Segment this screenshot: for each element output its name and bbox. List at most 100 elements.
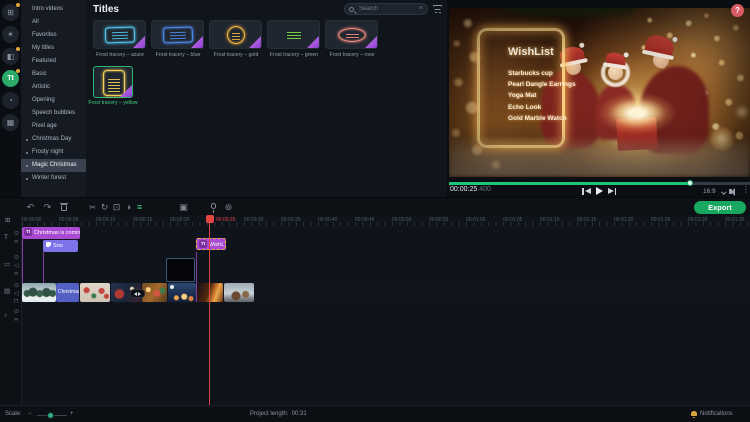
search-input[interactable]: [359, 4, 415, 14]
delete-button[interactable]: [57, 201, 70, 214]
cart-wheels-icon: [435, 12, 437, 14]
notifications-button[interactable]: Notifications: [700, 411, 733, 417]
category-item[interactable]: Basic: [21, 68, 86, 81]
title-thumb-blue[interactable]: [151, 20, 204, 49]
help-button[interactable]: ?: [731, 4, 744, 17]
title-thumb-yellow-selected[interactable]: [93, 66, 133, 98]
speaker-icon[interactable]: ◁: [14, 263, 19, 269]
media-icon: ⊞: [7, 8, 14, 17]
category-item[interactable]: Frosty night: [21, 146, 86, 159]
category-item[interactable]: Artistic: [21, 81, 86, 94]
category-item[interactable]: My titles: [21, 42, 86, 55]
link-icon[interactable]: ∞: [14, 317, 18, 323]
previous-frame-button[interactable]: [582, 188, 591, 195]
category-item-label: Featured: [32, 58, 56, 64]
category-list: Intro videos All Favorites My titles Feature…: [21, 0, 86, 197]
playhead-line[interactable]: [209, 215, 210, 405]
redo-button[interactable]: ↷: [41, 201, 54, 214]
seek-handle[interactable]: [687, 180, 693, 186]
category-item-label: Basic: [32, 71, 47, 77]
video-clip-village[interactable]: [224, 283, 254, 302]
media-tool-icon[interactable]: ⊞: [2, 4, 19, 21]
timeline-toolbar: ↶ ↷ ✂ ↻ ⊡ ◑ ≡ ▣ ⊚ Export: [0, 197, 750, 215]
eye-icon[interactable]: ⊙: [14, 309, 19, 315]
category-item[interactable]: Featured: [21, 55, 86, 68]
playhead-handle[interactable]: [206, 215, 214, 223]
category-item[interactable]: Winter forest: [21, 172, 86, 185]
stickers-tool-icon[interactable]: ◔: [2, 92, 19, 109]
volume-icon[interactable]: [729, 189, 732, 194]
category-item[interactable]: Magic Christmas: [21, 159, 86, 172]
record-voice-button[interactable]: [207, 201, 220, 214]
link-icon[interactable]: ∞: [14, 239, 18, 245]
scale-slider-handle[interactable]: [47, 412, 54, 419]
category-item[interactable]: Opening: [21, 94, 86, 107]
eye-icon[interactable]: ⊙: [14, 255, 19, 261]
eye-icon[interactable]: ⊙: [14, 231, 19, 237]
vignette: [449, 8, 750, 177]
overlay-track-icon: ▭: [4, 262, 10, 268]
title-clip-christmas[interactable]: TtChristmas is comin: [22, 227, 80, 239]
transitions-tool-icon[interactable]: ◧: [2, 48, 19, 65]
sticker-clip-snow[interactable]: Sno: [43, 240, 78, 252]
category-item-label: All: [32, 19, 39, 25]
title-thumb-gold[interactable]: [209, 20, 262, 49]
eye-icon[interactable]: ⊙: [14, 283, 19, 289]
microphone-icon: [211, 203, 216, 209]
link-icon[interactable]: ∞: [14, 271, 18, 277]
tracks-area[interactable]: [22, 226, 750, 405]
category-item-label: My titles: [32, 45, 54, 51]
search-box[interactable]: ×: [344, 3, 428, 15]
scene-detection-button[interactable]: ⊚: [222, 201, 235, 214]
title-thumb-rose[interactable]: [325, 20, 378, 49]
more-tools-icon[interactable]: ▦: [2, 114, 19, 131]
category-item[interactable]: Intro videos: [21, 3, 86, 16]
lock-icon[interactable]: ⊓: [14, 299, 19, 305]
video-clip-city[interactable]: [168, 283, 196, 302]
aspect-ratio-select[interactable]: 16:9: [703, 188, 716, 195]
clip-properties-button[interactable]: ≡: [133, 201, 146, 214]
category-item[interactable]: Favorites: [21, 29, 86, 42]
transport-controls: [582, 187, 616, 195]
video-clip-market[interactable]: [142, 283, 167, 302]
export-button[interactable]: Export: [694, 201, 746, 214]
next-frame-button[interactable]: [608, 188, 617, 195]
category-item[interactable]: Pixel age: [21, 120, 86, 133]
video-clip-label: Christmas: [58, 289, 79, 295]
zoom-out-button[interactable]: −: [28, 411, 32, 417]
zoom-in-button[interactable]: +: [70, 411, 74, 417]
add-track-icon[interactable]: ⊞: [5, 218, 10, 224]
title-clip-label: WishL: [209, 242, 224, 248]
video-clip-name-section[interactable]: Christmas: [56, 283, 79, 302]
store-cart-icon[interactable]: [433, 5, 443, 14]
undo-button[interactable]: ↶: [24, 201, 37, 214]
titles-tool-icon[interactable]: Tt: [2, 70, 19, 87]
video-clip-fireplace[interactable]: [197, 283, 223, 302]
video-clip-forest[interactable]: [22, 283, 56, 302]
filters-tool-icon[interactable]: ✶: [2, 26, 19, 43]
title-thumb-label: Frost tracery – rose: [322, 52, 382, 58]
bullet-dot: [26, 152, 28, 154]
category-item-label: Speech bubbles: [32, 110, 75, 116]
bullet-dot: [26, 178, 28, 180]
sticker-icon: [46, 242, 51, 247]
category-item[interactable]: Speech bubbles: [21, 107, 86, 120]
preview-menu-icon[interactable]: ⋮: [742, 185, 750, 194]
speaker-icon[interactable]: ◁: [14, 291, 19, 297]
clear-search-icon[interactable]: ×: [419, 5, 423, 12]
title-clip-wishlist-selected[interactable]: TtWishL: [196, 238, 226, 250]
category-item[interactable]: Christmas Day: [21, 133, 86, 146]
notifications-bell-icon[interactable]: [691, 411, 697, 416]
title-thumb-azure[interactable]: [93, 20, 146, 49]
preview-panel: WishList Starbucks cupPearl Dangle Earri…: [447, 0, 750, 197]
overlay-clip[interactable]: [166, 258, 195, 282]
video-clip-card[interactable]: [80, 283, 110, 302]
transition-indicator[interactable]: [130, 289, 145, 298]
overlap-button[interactable]: ▣: [177, 201, 190, 214]
play-button[interactable]: [596, 187, 603, 195]
bullet-dot: [26, 165, 28, 167]
title-thumb-green[interactable]: [267, 20, 320, 49]
title-track-icon: T: [4, 235, 8, 241]
category-item[interactable]: All: [21, 16, 86, 29]
seek-bar[interactable]: [449, 182, 750, 185]
